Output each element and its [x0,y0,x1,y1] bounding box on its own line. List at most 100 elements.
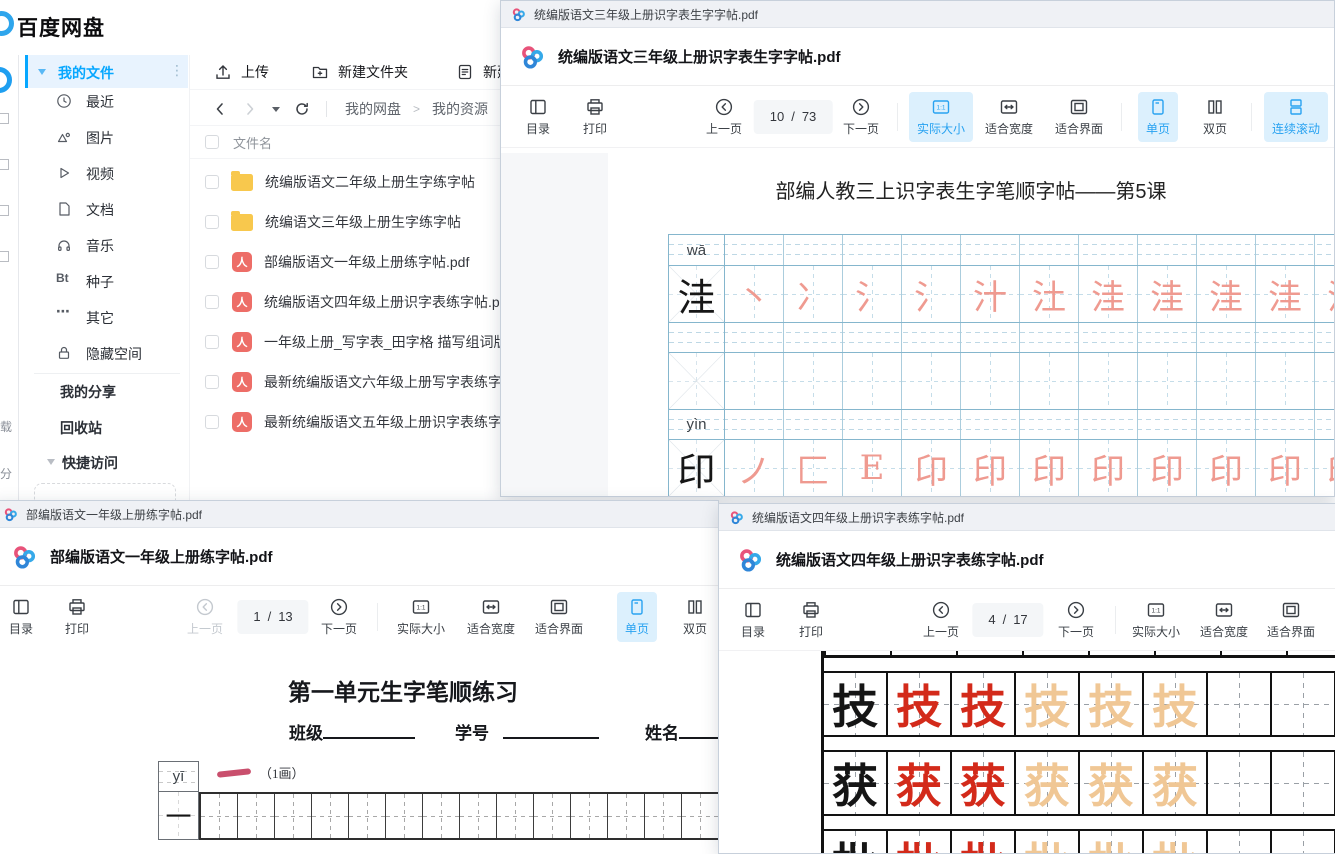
file-name[interactable]: 最新统编版语文五年级上册识字表练字帖.pdf [264,412,539,432]
next-page-button[interactable]: 下一页 [835,92,887,142]
practice-cell: 洼 [1079,266,1138,322]
divider [897,103,898,131]
print-button[interactable]: 打印 [575,92,615,142]
chevron-down-icon[interactable] [38,69,46,75]
practice-cell [1079,323,1138,352]
practice-cell: 技 [1080,673,1144,735]
practice-cell [1315,410,1334,439]
select-all-checkbox[interactable] [205,135,219,149]
total-pages: 73 [802,109,816,124]
file-name[interactable]: 最新统编版语文六年级上册写字表练字帖.pdf [264,372,539,392]
double-page-icon [1205,97,1225,117]
chevron-down-icon[interactable] [47,459,55,465]
breadcrumb-item[interactable]: 我的资源 [432,99,488,119]
practice-cell [1315,323,1334,352]
actual-size-button[interactable]: 1:1 实际大小 [389,592,453,642]
window-title-bar[interactable]: 部编版语文一年级上册练字帖.pdf [0,501,718,528]
pdf-content[interactable]: 技技技技技技获获获获获获批批批批批批 [719,651,1335,853]
file-name[interactable]: 统编语文三年级上册生字练字帖 [265,212,461,232]
page-indicator[interactable]: 4 / 17 [972,603,1043,637]
folder-icon [231,214,253,231]
new-folder-button[interactable]: 新建文件夹 [311,62,408,82]
sidebar-item-images[interactable]: 图片 [20,119,190,155]
refresh-icon[interactable] [294,101,310,117]
kebab-menu-icon[interactable]: ⋮ [170,62,184,79]
practice-cell [902,353,961,409]
practice-cell [1079,235,1138,265]
row-checkbox[interactable] [205,295,219,309]
actual-size-button[interactable]: 1:1 实际大小 [1124,595,1188,645]
sidebar-item-videos[interactable]: 视频 [20,155,190,191]
sidebar-item-recent[interactable]: 最近 [20,83,190,119]
image-icon [56,129,72,145]
fit-width-button[interactable]: 适合宽度 [977,92,1041,142]
sidebar-item-quick-access[interactable]: 快捷访问 [62,453,118,473]
row-checkbox[interactable] [205,215,219,229]
fit-width-button[interactable]: 适合宽度 [1192,595,1256,645]
fit-page-button[interactable]: 适合界面 [1259,595,1323,645]
print-button[interactable]: 打印 [791,595,831,645]
print-button[interactable]: 打印 [57,592,97,642]
pdf-content[interactable]: 第一单元生字笔顺练习 班级 学号 姓名 yī 一 （1画） [0,647,718,854]
current-page[interactable]: 1 [253,609,260,624]
row-checkbox[interactable] [205,255,219,269]
sidebar-item-torrents[interactable]: Bt 种子 [20,263,190,299]
current-page[interactable]: 4 [988,612,995,627]
practice-cell [1256,323,1315,352]
file-name[interactable]: 统编版语文四年级上册识字表练字帖.pdf [264,292,511,312]
row-checkbox[interactable] [205,375,219,389]
prev-page-button[interactable]: 上一页 [179,592,231,642]
single-page-button[interactable]: 单页 [617,592,657,642]
sheet-title: 第一单元生字笔顺练习 [113,673,693,707]
file-name[interactable]: 统编版语文二年级上册生字练字帖 [265,172,475,192]
page-indicator[interactable]: 10 / 73 [754,100,833,134]
sidebar-item-hidden-space[interactable]: 隐藏空间 [20,335,190,371]
toc-panel [501,153,608,496]
row-checkbox[interactable] [205,335,219,349]
next-page-icon [851,97,871,117]
page-indicator[interactable]: 1 / 13 [237,600,308,634]
fit-page-button[interactable]: 适合界面 [1047,92,1111,142]
back-icon[interactable] [212,101,228,117]
continuous-scroll-button[interactable]: 连续滚动 [1264,92,1328,142]
double-page-button[interactable]: 双页 [675,592,715,642]
sidebar-item-my-shares[interactable]: 我的分享 [60,382,116,402]
prev-page-button[interactable]: 上一页 [915,595,967,645]
next-page-button[interactable]: 下一页 [1050,595,1102,645]
single-page-button[interactable]: 单页 [1138,92,1178,142]
row-checkbox[interactable] [205,175,219,189]
next-page-button[interactable]: 下一页 [313,592,365,642]
upload-button[interactable]: 上传 [214,62,269,82]
forward-icon[interactable] [242,101,258,117]
toc-button[interactable]: 目录 [733,595,773,645]
sidebar-item-music[interactable]: 音乐 [20,227,190,263]
netdisk-logo-icon [11,544,37,570]
sidebar-item-recycle-bin[interactable]: 回收站 [60,418,102,438]
fit-width-button[interactable]: 适合宽度 [459,592,523,642]
row-checkbox[interactable] [205,415,219,429]
practice-cell: 批 [1016,831,1080,853]
app-header: 百度网盘 [0,0,500,55]
practice-cell: 洼 [1256,266,1315,322]
sidebar-item-other[interactable]: ⋯ 其它 [20,299,190,335]
toc-button[interactable]: 目录 [1,592,41,642]
practice-cell: 获 [1016,752,1080,814]
toc-button[interactable]: 目录 [518,92,558,142]
window-title-bar[interactable]: 统编版语文四年级上册识字表练字帖.pdf [719,504,1335,531]
window-title-bar[interactable]: 统编版语文三年级上册识字表生字字帖.pdf [501,1,1334,28]
practice-cell [843,235,902,265]
actual-size-button[interactable]: 1:1 实际大小 [909,92,973,142]
pdf-content[interactable]: 部编人教三上识字表生字笔顺字帖——第5课 wā洼丶冫氵氵汁汢洼洼洼洼洼yìn印ノ… [501,153,1334,496]
practice-cell [1256,235,1315,265]
breadcrumb-item[interactable]: 我的网盘 [345,99,401,119]
practice-cell [1197,410,1256,439]
current-page[interactable]: 10 [770,109,784,124]
prev-page-button[interactable]: 上一页 [698,92,750,142]
pdf-file-icon: 人 [232,252,252,272]
double-page-button[interactable]: 双页 [1195,92,1235,142]
history-caret-icon[interactable] [272,107,280,112]
fit-page-button[interactable]: 适合界面 [527,592,591,642]
practice-cell [682,794,718,838]
file-name[interactable]: 部编版语文一年级上册练字帖.pdf [264,252,469,272]
sidebar-item-documents[interactable]: 文档 [20,191,190,227]
